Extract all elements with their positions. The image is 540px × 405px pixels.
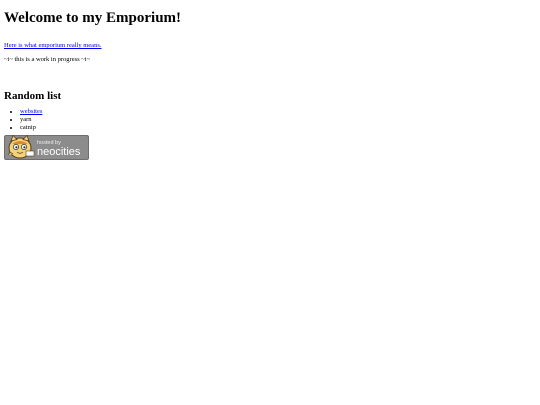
badge-brand-text: neocities [37,146,81,158]
hosted-by-neocities-badge[interactable]: hosted by neocities [4,135,89,160]
list-item-yarn: yarn [20,116,534,124]
random-list: websites yarn catnip [4,108,534,132]
work-in-progress-note: ~i~ this is a work in progress ~i~ [4,56,91,63]
list-item-catnip: catnip [20,124,534,132]
random-list-heading: Random list [4,90,62,102]
neocities-badge-image: hosted by neocities [4,135,89,160]
list-item-websites: websites [20,108,534,116]
emporium-meaning-link[interactable]: Here is what emporium really means. [4,42,101,49]
page-title: Welcome to my Emporium! [4,10,182,26]
page-content: Welcome to my Emporium! Here is what emp… [4,0,534,160]
websites-link[interactable]: websites [20,108,42,115]
emporium-paragraph: Here is what emporium really means. [4,42,534,50]
